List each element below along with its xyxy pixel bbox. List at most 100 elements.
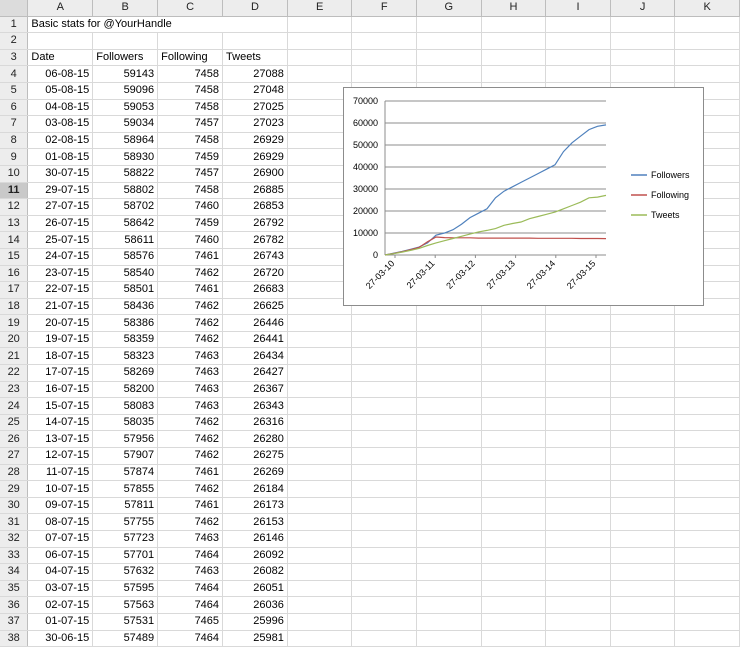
following-cell[interactable]: 7461 <box>157 248 224 266</box>
following-cell[interactable]: 7458 <box>157 182 224 200</box>
following-cell[interactable]: 7462 <box>157 414 224 432</box>
date-cell[interactable]: 08-07-15 <box>27 513 94 531</box>
date-cell[interactable]: 05-08-15 <box>27 82 94 100</box>
tweets-cell[interactable]: 26153 <box>222 513 288 531</box>
date-cell[interactable]: 01-07-15 <box>27 613 94 631</box>
empty-cell[interactable] <box>157 32 224 50</box>
date-cell[interactable]: 11-07-15 <box>27 464 94 482</box>
empty-cell[interactable] <box>287 513 353 531</box>
following-cell[interactable]: 7463 <box>157 381 224 399</box>
column-header-b[interactable]: B <box>92 0 159 17</box>
followers-cell[interactable]: 58930 <box>92 148 159 166</box>
tweets-cell[interactable]: 26434 <box>222 347 288 366</box>
row-header-38[interactable]: 38 <box>0 630 29 647</box>
row-header-3[interactable]: 3 <box>0 49 29 67</box>
empty-cell[interactable] <box>287 397 353 415</box>
empty-cell[interactable] <box>351 49 418 67</box>
empty-cell[interactable] <box>674 613 740 631</box>
empty-cell[interactable] <box>287 630 353 647</box>
empty-cell[interactable] <box>287 414 353 432</box>
followers-cell[interactable]: 59053 <box>92 99 159 117</box>
empty-cell[interactable] <box>610 32 676 50</box>
following-cell[interactable]: 7463 <box>157 530 224 548</box>
empty-cell[interactable] <box>481 16 547 34</box>
tweets-cell[interactable]: 26316 <box>222 414 288 432</box>
empty-cell[interactable] <box>27 32 94 50</box>
date-cell[interactable]: 29-07-15 <box>27 182 94 200</box>
header-cell-date[interactable]: Date <box>27 49 94 67</box>
empty-cell[interactable] <box>674 596 740 614</box>
following-cell[interactable]: 7462 <box>157 331 224 349</box>
empty-cell[interactable] <box>416 580 482 598</box>
empty-cell[interactable] <box>351 65 418 83</box>
tweets-cell[interactable]: 25981 <box>222 630 288 647</box>
followers-cell[interactable]: 59143 <box>92 65 159 83</box>
empty-cell[interactable] <box>674 513 740 531</box>
empty-cell[interactable] <box>674 397 740 415</box>
empty-cell[interactable] <box>481 49 547 67</box>
empty-cell[interactable] <box>481 381 547 399</box>
followers-cell[interactable]: 58802 <box>92 182 159 200</box>
empty-cell[interactable] <box>351 397 418 415</box>
empty-cell[interactable] <box>351 414 418 432</box>
date-cell[interactable]: 16-07-15 <box>27 381 94 399</box>
select-all-corner[interactable] <box>0 0 29 17</box>
empty-cell[interactable] <box>545 580 611 598</box>
row-header-28[interactable]: 28 <box>0 464 29 482</box>
empty-cell[interactable] <box>545 430 611 449</box>
following-cell[interactable]: 7457 <box>157 165 224 183</box>
empty-cell[interactable] <box>351 381 418 399</box>
followers-cell[interactable]: 57595 <box>92 580 159 598</box>
empty-cell[interactable] <box>416 397 482 415</box>
following-cell[interactable]: 7458 <box>157 99 224 117</box>
empty-cell[interactable] <box>610 613 676 631</box>
following-cell[interactable]: 7461 <box>157 497 224 515</box>
empty-cell[interactable] <box>674 364 740 382</box>
row-header-30[interactable]: 30 <box>0 497 29 515</box>
empty-cell[interactable] <box>351 480 418 498</box>
empty-cell[interactable] <box>416 513 482 531</box>
following-cell[interactable]: 7463 <box>157 347 224 366</box>
date-cell[interactable]: 01-08-15 <box>27 148 94 166</box>
empty-cell[interactable] <box>674 630 740 647</box>
empty-cell[interactable] <box>287 32 353 50</box>
empty-cell[interactable] <box>351 596 418 614</box>
empty-cell[interactable] <box>674 32 740 50</box>
date-cell[interactable]: 06-08-15 <box>27 65 94 83</box>
row-header-2[interactable]: 2 <box>0 32 29 50</box>
date-cell[interactable]: 24-07-15 <box>27 248 94 266</box>
followers-cell[interactable]: 57755 <box>92 513 159 531</box>
row-header-10[interactable]: 10 <box>0 165 29 183</box>
following-cell[interactable]: 7462 <box>157 265 224 283</box>
followers-cell[interactable]: 58611 <box>92 231 159 249</box>
following-cell[interactable]: 7458 <box>157 65 224 83</box>
tweets-cell[interactable]: 26280 <box>222 430 288 449</box>
date-cell[interactable]: 02-08-15 <box>27 132 94 150</box>
column-header-j[interactable]: J <box>610 0 676 17</box>
empty-cell[interactable] <box>610 630 676 647</box>
empty-cell[interactable] <box>545 414 611 432</box>
empty-cell[interactable] <box>481 447 547 465</box>
row-header-35[interactable]: 35 <box>0 580 29 598</box>
empty-cell[interactable] <box>610 447 676 465</box>
followers-cell[interactable]: 58359 <box>92 331 159 349</box>
followers-cell[interactable]: 57874 <box>92 464 159 482</box>
empty-cell[interactable] <box>416 347 482 366</box>
empty-cell[interactable] <box>481 464 547 482</box>
empty-cell[interactable] <box>545 49 611 67</box>
empty-cell[interactable] <box>481 364 547 382</box>
tweets-cell[interactable]: 26427 <box>222 364 288 382</box>
empty-cell[interactable] <box>92 32 159 50</box>
following-cell[interactable]: 7462 <box>157 430 224 449</box>
empty-cell[interactable] <box>545 613 611 631</box>
empty-cell[interactable] <box>416 314 482 332</box>
followers-cell[interactable]: 58501 <box>92 281 159 299</box>
date-cell[interactable]: 03-07-15 <box>27 580 94 598</box>
following-cell[interactable]: 7462 <box>157 480 224 498</box>
empty-cell[interactable] <box>287 547 353 565</box>
date-cell[interactable]: 19-07-15 <box>27 331 94 349</box>
empty-cell[interactable] <box>674 447 740 465</box>
tweets-cell[interactable]: 27048 <box>222 82 288 100</box>
empty-cell[interactable] <box>674 480 740 498</box>
empty-cell[interactable] <box>610 397 676 415</box>
